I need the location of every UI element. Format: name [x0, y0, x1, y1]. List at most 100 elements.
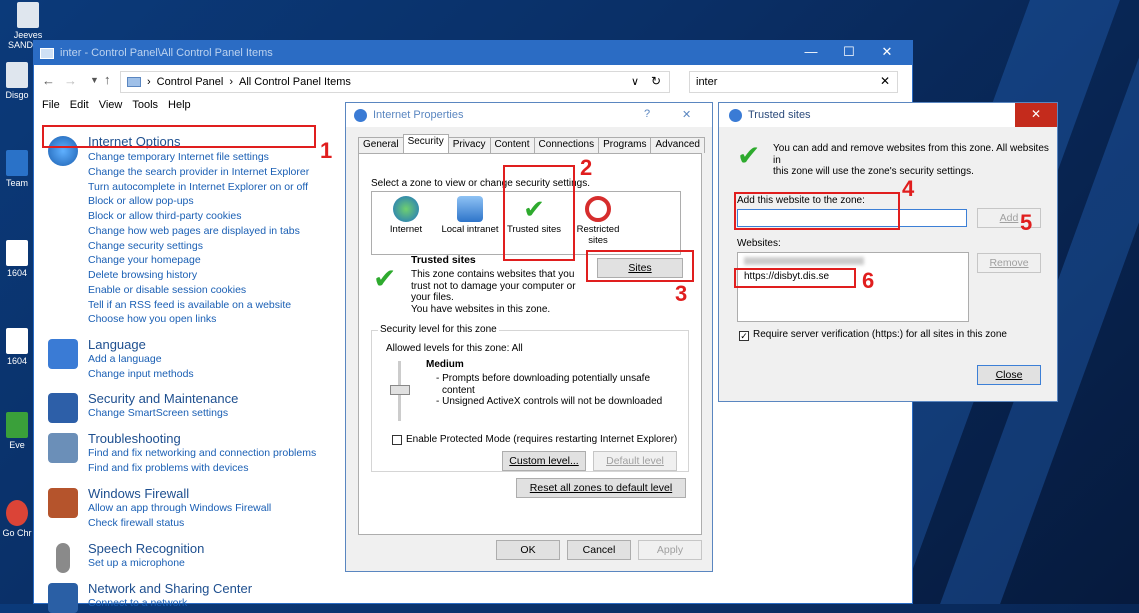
category-link[interactable]: Enable or disable session cookies [88, 284, 246, 296]
category-title[interactable]: Windows Firewall [88, 486, 189, 501]
category-link[interactable]: Allow an app through Windows Firewall [88, 502, 271, 514]
zone-heading: Trusted sites [411, 254, 476, 266]
category-link[interactable]: Connect to a network [88, 597, 187, 609]
dialog-titlebar: Internet Properties ? ✕ [346, 103, 712, 127]
desktop-icon-disgo[interactable]: Disgo [0, 62, 34, 100]
up-arrow-icon[interactable]: ↑ [104, 72, 111, 87]
clear-search-icon[interactable]: ✕ [880, 74, 890, 88]
breadcrumb-control-panel[interactable]: Control Panel [157, 76, 224, 88]
category-title[interactable]: Network and Sharing Center [88, 581, 252, 596]
category-link[interactable]: Change security settings [88, 240, 203, 252]
category-link[interactable]: Change temporary Internet file settings [88, 151, 269, 163]
zone-internet[interactable]: Internet [374, 192, 438, 235]
trusted-sites-dialog: Trusted sites ✕ ✔ You can add and remove… [718, 102, 1058, 402]
category-link[interactable]: Change input methods [88, 368, 194, 380]
category-link[interactable]: Block or allow third-party cookies [88, 210, 241, 222]
tab-content[interactable]: Content [489, 137, 535, 153]
control-panel-icon [127, 77, 141, 87]
default-level-button[interactable]: Default level [593, 451, 677, 471]
tab-advanced[interactable]: Advanced [650, 137, 705, 153]
category-link[interactable]: Change how web pages are displayed in ta… [88, 225, 300, 237]
tab-general[interactable]: General [358, 137, 404, 153]
help-button[interactable]: ? [644, 108, 650, 120]
category-link[interactable]: Block or allow pop-ups [88, 195, 194, 207]
network-icon [48, 583, 78, 613]
restricted-icon [585, 196, 611, 222]
annotation-box [42, 125, 316, 148]
level-description: - Prompts before downloading potentially… [436, 373, 663, 407]
category-title[interactable]: Troubleshooting [88, 431, 181, 446]
search-input[interactable]: inter [689, 71, 898, 93]
desktop-icon-1604b[interactable]: 1604 [0, 328, 34, 366]
breadcrumb-separator: › [229, 76, 233, 88]
category-link[interactable]: Change the search provider in Internet E… [88, 166, 309, 178]
category-title[interactable]: Security and Maintenance [88, 391, 238, 406]
back-arrow-icon[interactable]: ← [42, 73, 55, 88]
microphone-icon [56, 543, 70, 573]
annotation-number: 3 [675, 281, 688, 306]
ok-button[interactable]: OK [496, 540, 560, 560]
security-level-label: Security level for this zone [378, 324, 499, 335]
require-https-label: Require server verification (https:) for… [753, 329, 1007, 340]
category-title[interactable]: Language [88, 337, 146, 352]
category-link[interactable]: Change SmartScreen settings [88, 407, 228, 419]
minimize-button[interactable]: — [794, 41, 828, 65]
custom-level-button[interactable]: Custom level... [502, 451, 586, 471]
close-button[interactable]: Close [977, 365, 1041, 385]
tab-connections[interactable]: Connections [533, 137, 600, 153]
zone-local-intranet[interactable]: Local intranet [438, 192, 502, 235]
category-link[interactable]: Choose how you open links [88, 313, 216, 325]
reset-all-zones-button[interactable]: Reset all zones to default level [516, 478, 686, 498]
desktop-icon-eve[interactable]: Eve [0, 412, 34, 450]
security-slider-handle[interactable] [390, 385, 410, 395]
security-level-group: Security level for this zone Allowed lev… [371, 324, 689, 472]
category-link[interactable]: Find and fix networking and connection p… [88, 447, 316, 459]
desktop-icon-team[interactable]: Team [0, 150, 34, 188]
breadcrumb-all-items[interactable]: All Control Panel Items [239, 76, 351, 88]
checkmark-icon: ✔ [373, 263, 397, 294]
category-link[interactable]: Delete browsing history [88, 269, 197, 281]
websites-label: Websites: [737, 238, 781, 249]
desktop-icon-chrome[interactable]: Go Chr [0, 500, 34, 538]
desktop-icon-1604a[interactable]: 1604 [0, 240, 34, 278]
close-button[interactable]: ✕ [682, 108, 691, 121]
category-link[interactable]: Find and fix problems with devices [88, 462, 249, 474]
tab-privacy[interactable]: Privacy [447, 137, 491, 153]
remove-button[interactable]: Remove [977, 253, 1041, 273]
address-bar[interactable]: › Control Panel › All Control Panel Item… [120, 71, 670, 93]
category-link[interactable]: Add a language [88, 353, 162, 365]
menu-help[interactable]: Help [168, 99, 191, 111]
close-icon[interactable]: ✕ [1015, 103, 1057, 127]
category-title[interactable]: Speech Recognition [88, 541, 204, 556]
menu-edit[interactable]: Edit [70, 99, 89, 111]
recent-dropdown-icon[interactable]: ▼ [90, 75, 99, 85]
refresh-icon[interactable]: ↻ [651, 74, 661, 88]
apply-button[interactable]: Apply [638, 540, 702, 560]
menu-view[interactable]: View [99, 99, 123, 111]
menu-tools[interactable]: Tools [132, 99, 158, 111]
require-https-checkbox[interactable]: ✓ [739, 331, 749, 341]
zone-restricted-sites[interactable]: Restricted sites [566, 192, 630, 246]
window-title: inter - Control Panel\All Control Panel … [60, 47, 273, 59]
protected-mode-checkbox[interactable] [392, 435, 402, 445]
category-link[interactable]: Check firewall status [88, 517, 184, 529]
close-button[interactable]: ✕ [870, 41, 904, 65]
maximize-button[interactable]: ☐ [832, 41, 866, 65]
tab-security[interactable]: Security [402, 134, 449, 153]
cancel-button[interactable]: Cancel [567, 540, 631, 560]
tab-programs[interactable]: Programs [598, 137, 652, 153]
annotation-box [586, 250, 694, 282]
menu-bar: File Edit View Tools Help [42, 99, 191, 111]
category-link[interactable]: Tell if an RSS feed is available on a we… [88, 299, 291, 311]
annotation-box [503, 165, 575, 261]
category-link[interactable]: Change your homepage [88, 254, 201, 266]
chrome-icon [6, 500, 28, 526]
annotation-box [734, 192, 900, 230]
category-link[interactable]: Turn autocomplete in Internet Explorer o… [88, 181, 308, 193]
forward-arrow-icon[interactable]: → [64, 73, 77, 88]
language-icon [48, 339, 78, 369]
zone-description: This zone contains websites that you tru… [411, 269, 576, 315]
category-link[interactable]: Set up a microphone [88, 557, 185, 569]
menu-file[interactable]: File [42, 99, 60, 111]
chevron-down-icon[interactable]: ∨ [631, 75, 639, 88]
